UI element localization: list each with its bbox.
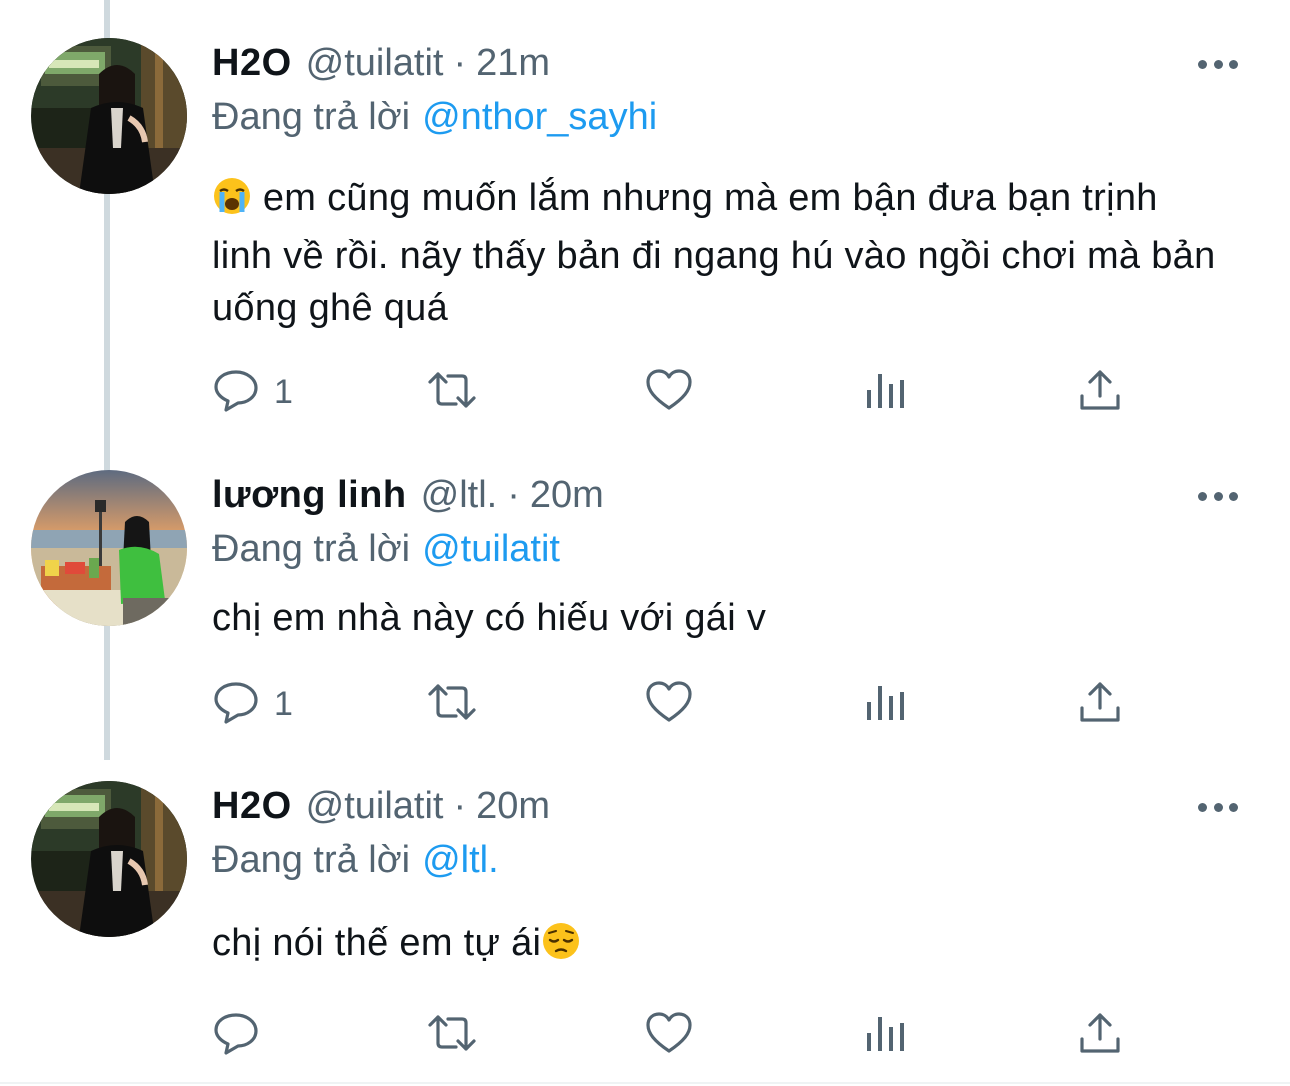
replying-to: Đang trả lời @nthor_sayhi (212, 92, 657, 142)
analytics-icon (864, 366, 908, 419)
like-icon (644, 366, 694, 419)
reply-mention-link[interactable]: @ltl. (422, 839, 499, 881)
display-name[interactable]: lương linh (212, 470, 407, 520)
tweet-text: chị em nhà này có hiếu với gái v (212, 592, 1222, 644)
separator-dot: · (453, 785, 467, 827)
analytics-button[interactable] (864, 676, 908, 732)
action-bar: 1 (212, 364, 1132, 420)
tweet-header: H2O @tuilatit · 20m (212, 781, 550, 831)
more-icon[interactable] (1198, 56, 1238, 72)
timestamp[interactable]: 20m (530, 470, 604, 520)
user-handle[interactable]: @tuilatit (306, 38, 444, 88)
tweet-text-content: em cũng muốn lắm nhưng mà em bận đưa bạn… (212, 177, 1216, 329)
share-button[interactable] (1076, 1007, 1124, 1063)
replying-prefix: Đang trả lời (212, 528, 411, 570)
reply-count: 1 (274, 684, 293, 723)
like-icon (644, 1009, 694, 1062)
separator-dot: · (507, 474, 520, 516)
like-button[interactable] (644, 676, 694, 732)
reply-mention-link[interactable]: @tuilatit (422, 528, 560, 570)
like-icon (644, 678, 694, 731)
tweet-text-content: chị em nhà này có hiếu với gái v (212, 597, 767, 639)
reply-icon (212, 366, 260, 419)
tweet-text-content: chị nói thế em tự ái (212, 922, 542, 964)
reply-icon (212, 1009, 260, 1062)
reply-count: 1 (274, 372, 293, 411)
tweet[interactable]: H2O @tuilatit · 20m Đang trả lời @ltl. ch… (0, 781, 1290, 1081)
share-icon (1076, 366, 1124, 419)
share-button[interactable] (1076, 676, 1124, 732)
share-icon (1076, 678, 1124, 731)
analytics-button[interactable] (864, 364, 908, 420)
more-icon[interactable] (1198, 488, 1238, 504)
loudly-crying-face-icon (212, 176, 252, 230)
action-bar: 1 (212, 676, 1132, 732)
retweet-icon (424, 366, 480, 419)
tweet-text: em cũng muốn lắm nhưng mà em bận đưa bạn… (212, 172, 1222, 334)
reply-button[interactable] (212, 1007, 274, 1063)
retweet-button[interactable] (424, 1007, 480, 1063)
reply-button[interactable]: 1 (212, 364, 293, 420)
divider (0, 1082, 1290, 1084)
like-button[interactable] (644, 1007, 694, 1063)
share-icon (1076, 1009, 1124, 1062)
retweet-button[interactable] (424, 364, 480, 420)
tweet[interactable]: lương linh @ltl. · 20m Đang trả lời @tuil… (0, 470, 1290, 750)
tweet[interactable]: H2O @tuilatit · 21m Đang trả lời @nthor_s… (0, 38, 1290, 428)
analytics-icon (864, 1009, 908, 1062)
replying-to: Đang trả lời @ltl. (212, 835, 499, 885)
analytics-button[interactable] (864, 1007, 908, 1063)
retweet-icon (424, 1009, 480, 1062)
action-bar (212, 1007, 1132, 1063)
reply-icon (212, 678, 260, 731)
display-name[interactable]: H2O (212, 781, 292, 831)
replying-to: Đang trả lời @tuilatit (212, 524, 560, 574)
analytics-icon (864, 678, 908, 731)
timestamp[interactable]: 20m (476, 781, 550, 831)
separator-dot: · (453, 42, 467, 84)
tweet-header: lương linh @ltl. · 20m (212, 470, 604, 520)
replying-prefix: Đang trả lời (212, 839, 411, 881)
replying-prefix: Đang trả lời (212, 96, 411, 138)
tweet-header: H2O @tuilatit · 21m (212, 38, 550, 88)
reply-button[interactable]: 1 (212, 676, 293, 732)
retweet-icon (424, 678, 480, 731)
display-name[interactable]: H2O (212, 38, 292, 88)
pensive-face-icon (541, 921, 581, 975)
avatar[interactable] (31, 781, 187, 937)
share-button[interactable] (1076, 364, 1124, 420)
tweet-text: chị nói thế em tự ái (212, 917, 1222, 975)
timestamp[interactable]: 21m (476, 38, 550, 88)
avatar[interactable] (31, 38, 187, 194)
user-handle[interactable]: @tuilatit (306, 781, 444, 831)
like-button[interactable] (644, 364, 694, 420)
reply-mention-link[interactable]: @nthor_sayhi (422, 96, 657, 138)
retweet-button[interactable] (424, 676, 480, 732)
more-icon[interactable] (1198, 799, 1238, 815)
avatar[interactable] (31, 470, 187, 626)
user-handle[interactable]: @ltl. (421, 470, 498, 520)
